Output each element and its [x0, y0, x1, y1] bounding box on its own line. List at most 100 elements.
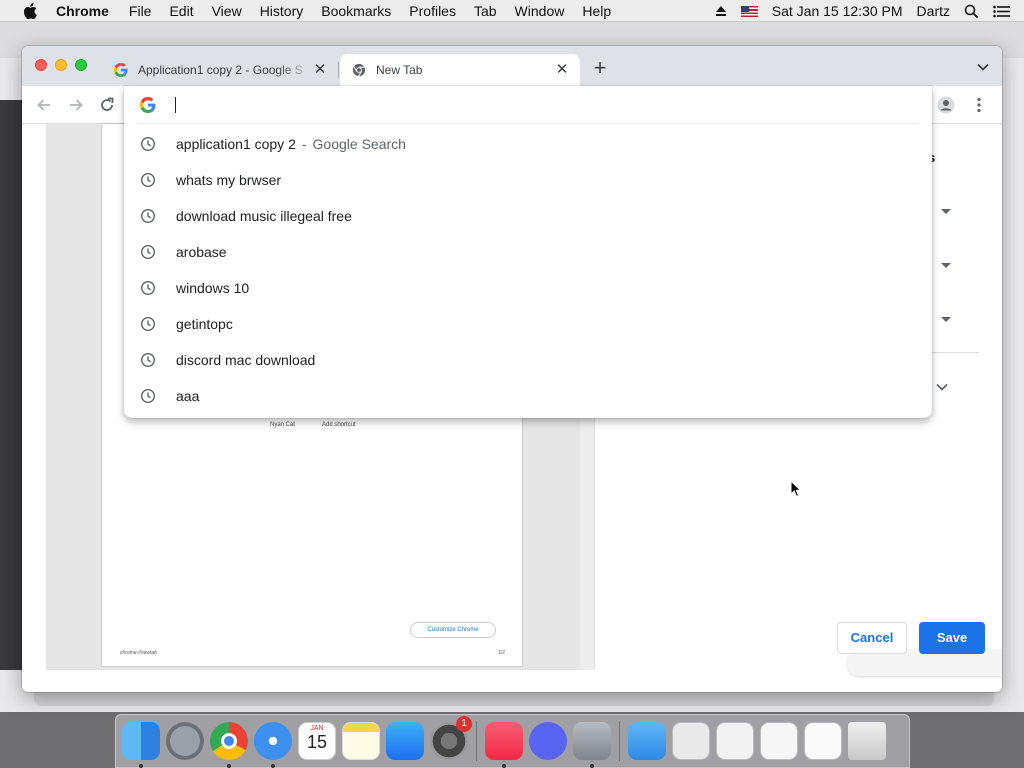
menu-clock[interactable]: Sat Jan 15 12:30 PM	[772, 3, 903, 19]
omnibox-separator	[138, 123, 918, 124]
utilities-icon[interactable]	[573, 722, 611, 768]
menu-view[interactable]: View	[212, 3, 242, 19]
reload-icon[interactable]	[98, 96, 116, 114]
suggestion-separator: -	[301, 136, 307, 152]
address-bar[interactable]	[124, 86, 932, 124]
cancel-button[interactable]: Cancel	[837, 622, 907, 654]
preview-customize-chrome: Customize Chrome	[410, 622, 496, 638]
history-clock-icon	[140, 280, 156, 296]
text-caret	[175, 97, 176, 113]
app-store-icon[interactable]	[386, 722, 424, 760]
applications-folder-icon[interactable]	[628, 722, 666, 760]
launchpad-icon[interactable]	[166, 722, 204, 760]
system-preferences-icon[interactable]: 1	[430, 716, 472, 760]
new-tab-plus-icon[interactable]: +	[590, 57, 610, 79]
google-chrome-icon[interactable]	[210, 722, 248, 768]
suggestion-text: arobase	[176, 244, 227, 260]
suggestion-text: whats my brwser	[176, 172, 282, 188]
profile-avatar-icon[interactable]	[937, 96, 955, 114]
notification-center-icon[interactable]	[993, 5, 1010, 18]
dock-separator	[476, 721, 477, 761]
dropdown-caret-icon[interactable]	[941, 314, 951, 324]
suggestion-text: aaa	[176, 388, 200, 404]
tab-title: New Tab	[376, 63, 423, 77]
preview-footer-page: 1/2	[498, 650, 505, 656]
discord-icon[interactable]	[529, 722, 567, 760]
tab-new-tab[interactable]: New Tab ✕	[340, 54, 580, 86]
running-indicator	[139, 764, 143, 768]
apple-logo-icon[interactable]	[20, 2, 40, 19]
notes-icon[interactable]	[342, 722, 380, 760]
menu-tab[interactable]: Tab	[474, 3, 497, 19]
preview-shortcut-nyan-cat: Nyan Cat	[270, 422, 296, 428]
suggestion-item[interactable]: aaa	[124, 378, 932, 414]
preview-shortcut-add: Add shortcut	[322, 422, 356, 428]
macos-dock: JAN 15 1	[115, 714, 910, 768]
chrome-window: Application1 copy 2 - Google S ✕ New Tab…	[22, 46, 1002, 692]
running-indicator	[590, 764, 594, 768]
menu-window[interactable]: Window	[515, 3, 565, 19]
back-arrow-icon[interactable]	[35, 96, 53, 114]
running-indicator	[227, 764, 231, 768]
suggestion-item[interactable]: download music illegeal free	[124, 198, 932, 234]
menu-profiles[interactable]: Profiles	[409, 3, 456, 19]
tab-separator	[338, 62, 339, 78]
menu-bookmarks[interactable]: Bookmarks	[321, 3, 391, 19]
menu-history[interactable]: History	[260, 3, 304, 19]
suggestion-item[interactable]: whats my brwser	[124, 162, 932, 198]
calendar-month: JAN	[310, 725, 324, 732]
dropdown-caret-icon[interactable]	[941, 206, 951, 216]
suggestion-text: discord mac download	[176, 352, 316, 368]
us-flag-input-source-icon[interactable]	[740, 5, 758, 17]
menu-user-name[interactable]: Dartz	[917, 3, 950, 19]
preview-footer-url: chrome://newtab	[120, 650, 157, 656]
trash-icon[interactable]	[848, 722, 886, 760]
music-icon[interactable]	[485, 722, 523, 768]
window-close-button[interactable]	[35, 59, 47, 71]
tab-title: Application1 copy 2 - Google S	[138, 63, 303, 77]
tab-close-icon[interactable]: ✕	[554, 62, 570, 78]
spotlight-search-icon[interactable]	[964, 4, 979, 19]
kebab-menu-icon[interactable]	[970, 96, 988, 114]
suggestion-text: download music illegeal free	[176, 208, 352, 224]
suggestion-text: getintopc	[176, 316, 233, 332]
tab-search-chevron-icon[interactable]	[976, 60, 990, 74]
eject-icon[interactable]	[715, 5, 727, 17]
folder-stack-icon[interactable]	[760, 722, 798, 760]
tab-close-icon[interactable]: ✕	[312, 62, 328, 78]
mouse-pointer-icon	[790, 480, 802, 498]
window-zoom-button[interactable]	[75, 59, 87, 71]
running-indicator	[502, 764, 506, 768]
background-app-edge	[0, 100, 22, 670]
chrome-icon	[352, 63, 366, 77]
menu-app-name[interactable]: Chrome	[56, 3, 109, 19]
finder-icon[interactable]	[122, 722, 160, 768]
dock-separator	[619, 721, 620, 761]
calendar-icon[interactable]: JAN 15	[298, 722, 336, 760]
history-clock-icon	[140, 172, 156, 188]
notification-badge: 1	[456, 716, 472, 732]
suggestion-source: Google Search	[312, 136, 406, 152]
menu-help[interactable]: Help	[582, 3, 611, 19]
forward-arrow-icon[interactable]	[67, 96, 85, 114]
suggestion-item[interactable]: application1 copy 2 - Google Search	[124, 126, 932, 162]
suggestion-item[interactable]: arobase	[124, 234, 932, 270]
suggestion-text: windows 10	[176, 280, 250, 296]
suggestion-item[interactable]: discord mac download	[124, 342, 932, 378]
history-clock-icon	[140, 136, 156, 152]
menu-edit[interactable]: Edit	[169, 3, 193, 19]
downloads-stack-icon[interactable]	[672, 722, 710, 760]
suggestion-item[interactable]: windows 10	[124, 270, 932, 306]
dropdown-caret-icon[interactable]	[941, 260, 951, 270]
menu-file[interactable]: File	[129, 3, 152, 19]
tab-application1[interactable]: Application1 copy 2 - Google S ✕	[102, 54, 338, 86]
suggestion-item[interactable]: getintopc	[124, 306, 932, 342]
save-button[interactable]: Save	[919, 622, 985, 654]
suggestion-list: application1 copy 2 - Google Search what…	[124, 126, 932, 414]
recent-file-icon[interactable]	[804, 722, 842, 760]
safari-icon[interactable]	[254, 722, 292, 768]
history-clock-icon	[140, 208, 156, 224]
document-stack-icon[interactable]	[716, 722, 754, 760]
more-settings-chevron-icon[interactable]	[935, 380, 949, 394]
window-minimize-button[interactable]	[55, 59, 67, 71]
